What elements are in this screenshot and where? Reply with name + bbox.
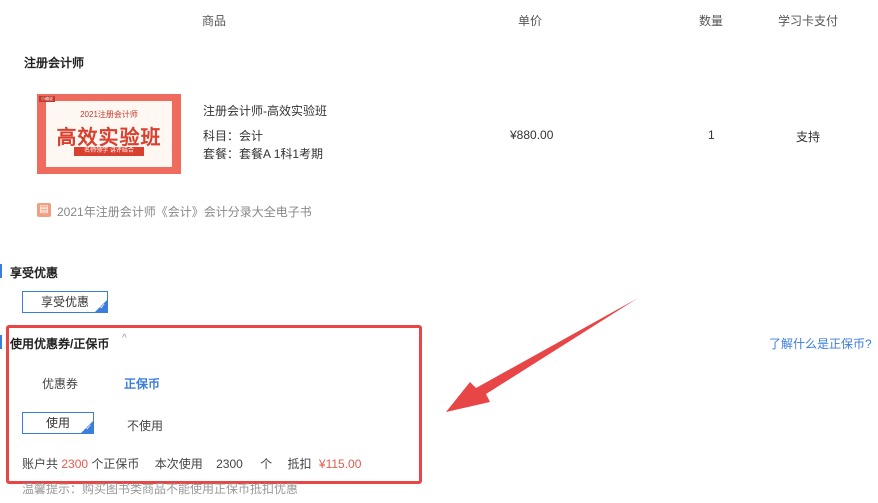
- header-quantity: 数量: [699, 14, 724, 28]
- product-image-card: 2021注册会计师 高效实验班 名师领学 讲评结合: [46, 101, 172, 167]
- section-marker: [0, 264, 2, 278]
- enjoy-discount-label: 享受优惠: [40, 295, 89, 309]
- product-image[interactable]: 2021注册会计师 高效实验班 名师领学 讲评结合 小编说: [37, 94, 181, 174]
- product-price: ¥880.00: [510, 128, 554, 142]
- subject-label: 科目：: [203, 129, 240, 143]
- subject-value: 会计: [239, 129, 264, 143]
- ebook-title: 2021年注册会计师《会计》会计分录大全电子书: [57, 205, 312, 219]
- package-label: 套餐：: [203, 147, 240, 161]
- enjoy-discount-option[interactable]: 享受优惠 ✓: [22, 291, 108, 313]
- check-icon: ✓: [95, 300, 107, 312]
- product-image-tag: 小编说: [39, 96, 55, 102]
- category-title: 注册会计师: [24, 56, 85, 70]
- header-product: 商品: [202, 14, 227, 28]
- product-name[interactable]: 注册会计师-高效实验班: [203, 102, 327, 119]
- header-card-payment: 学习卡支付: [778, 14, 839, 28]
- section-marker: [0, 335, 2, 349]
- header-unit-price: 单价: [518, 14, 543, 28]
- ebook-icon: ▤: [37, 203, 51, 217]
- product-image-subtitle: 2021注册会计师: [80, 110, 138, 119]
- product-subject: 科目：会计: [203, 127, 263, 144]
- discount-title: 享受优惠: [10, 266, 59, 280]
- help-link[interactable]: 了解什么是正保币?: [769, 335, 872, 352]
- product-package: 套餐：套餐A 1科1考期: [203, 145, 323, 162]
- product-card-support: 支持: [796, 130, 821, 144]
- arrow-shape: [446, 298, 638, 412]
- product-quantity: 1: [708, 128, 715, 142]
- product-image-slogan: 名师领学 讲评结合: [74, 147, 144, 156]
- annotation-arrow: [446, 298, 638, 412]
- warm-tip: 温馨提示：购买图书类商品不能使用正保币抵扣优惠: [22, 482, 299, 496]
- package-value: 套餐A 1科1考期: [239, 147, 324, 161]
- product-image-headline: 高效实验班: [56, 127, 162, 149]
- highlight-frame: [6, 325, 422, 484]
